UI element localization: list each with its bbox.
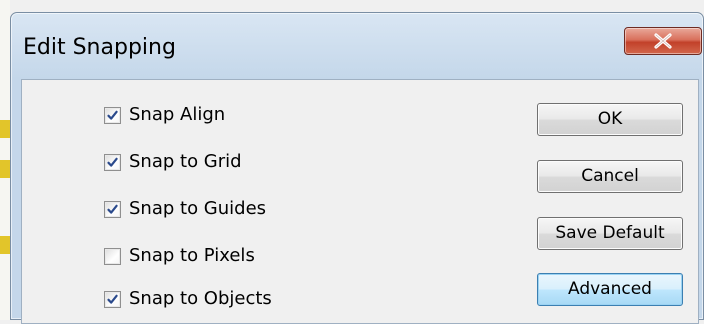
dialog-client-area: Snap Align Snap to Grid Snap to Guides S… [21,79,699,324]
option-snap-to-objects[interactable]: Snap to Objects [104,286,272,312]
snap-to-guides-checkbox[interactable] [104,200,121,218]
option-snap-to-guides[interactable]: Snap to Guides [104,196,266,222]
close-button[interactable] [624,27,702,55]
snap-align-checkbox[interactable] [104,106,121,124]
checkmark-icon [107,294,118,304]
option-snap-align[interactable]: Snap Align [104,102,225,128]
snap-to-objects-label: Snap to Objects [129,288,272,309]
snap-to-guides-label: Snap to Guides [129,198,267,219]
snap-to-objects-checkbox[interactable] [104,290,121,308]
background-guide-mark [0,236,10,254]
snap-to-grid-checkbox[interactable] [104,153,121,171]
background-guide-mark [0,160,10,178]
option-snap-to-pixels[interactable]: Snap to Pixels [104,243,255,269]
snap-to-pixels-label: Snap to Pixels [129,245,255,266]
snap-align-label: Snap Align [129,104,226,125]
edit-snapping-dialog: Edit Snapping Snap Align Snap to Grid Sn… [10,12,704,324]
checkmark-icon [107,157,118,167]
dialog-title: Edit Snapping [23,35,176,60]
checkmark-icon [107,204,118,214]
snap-to-pixels-checkbox[interactable] [104,247,121,265]
save-default-button[interactable]: Save Default [537,217,683,250]
advanced-button[interactable]: Advanced [537,273,683,306]
snap-to-grid-label: Snap to Grid [129,151,242,172]
checkmark-icon [107,110,118,120]
cancel-button[interactable]: Cancel [537,160,683,193]
close-x-icon [654,33,672,49]
ok-button[interactable]: OK [537,103,683,136]
option-snap-to-grid[interactable]: Snap to Grid [104,149,242,175]
background-guide-mark [0,120,10,138]
